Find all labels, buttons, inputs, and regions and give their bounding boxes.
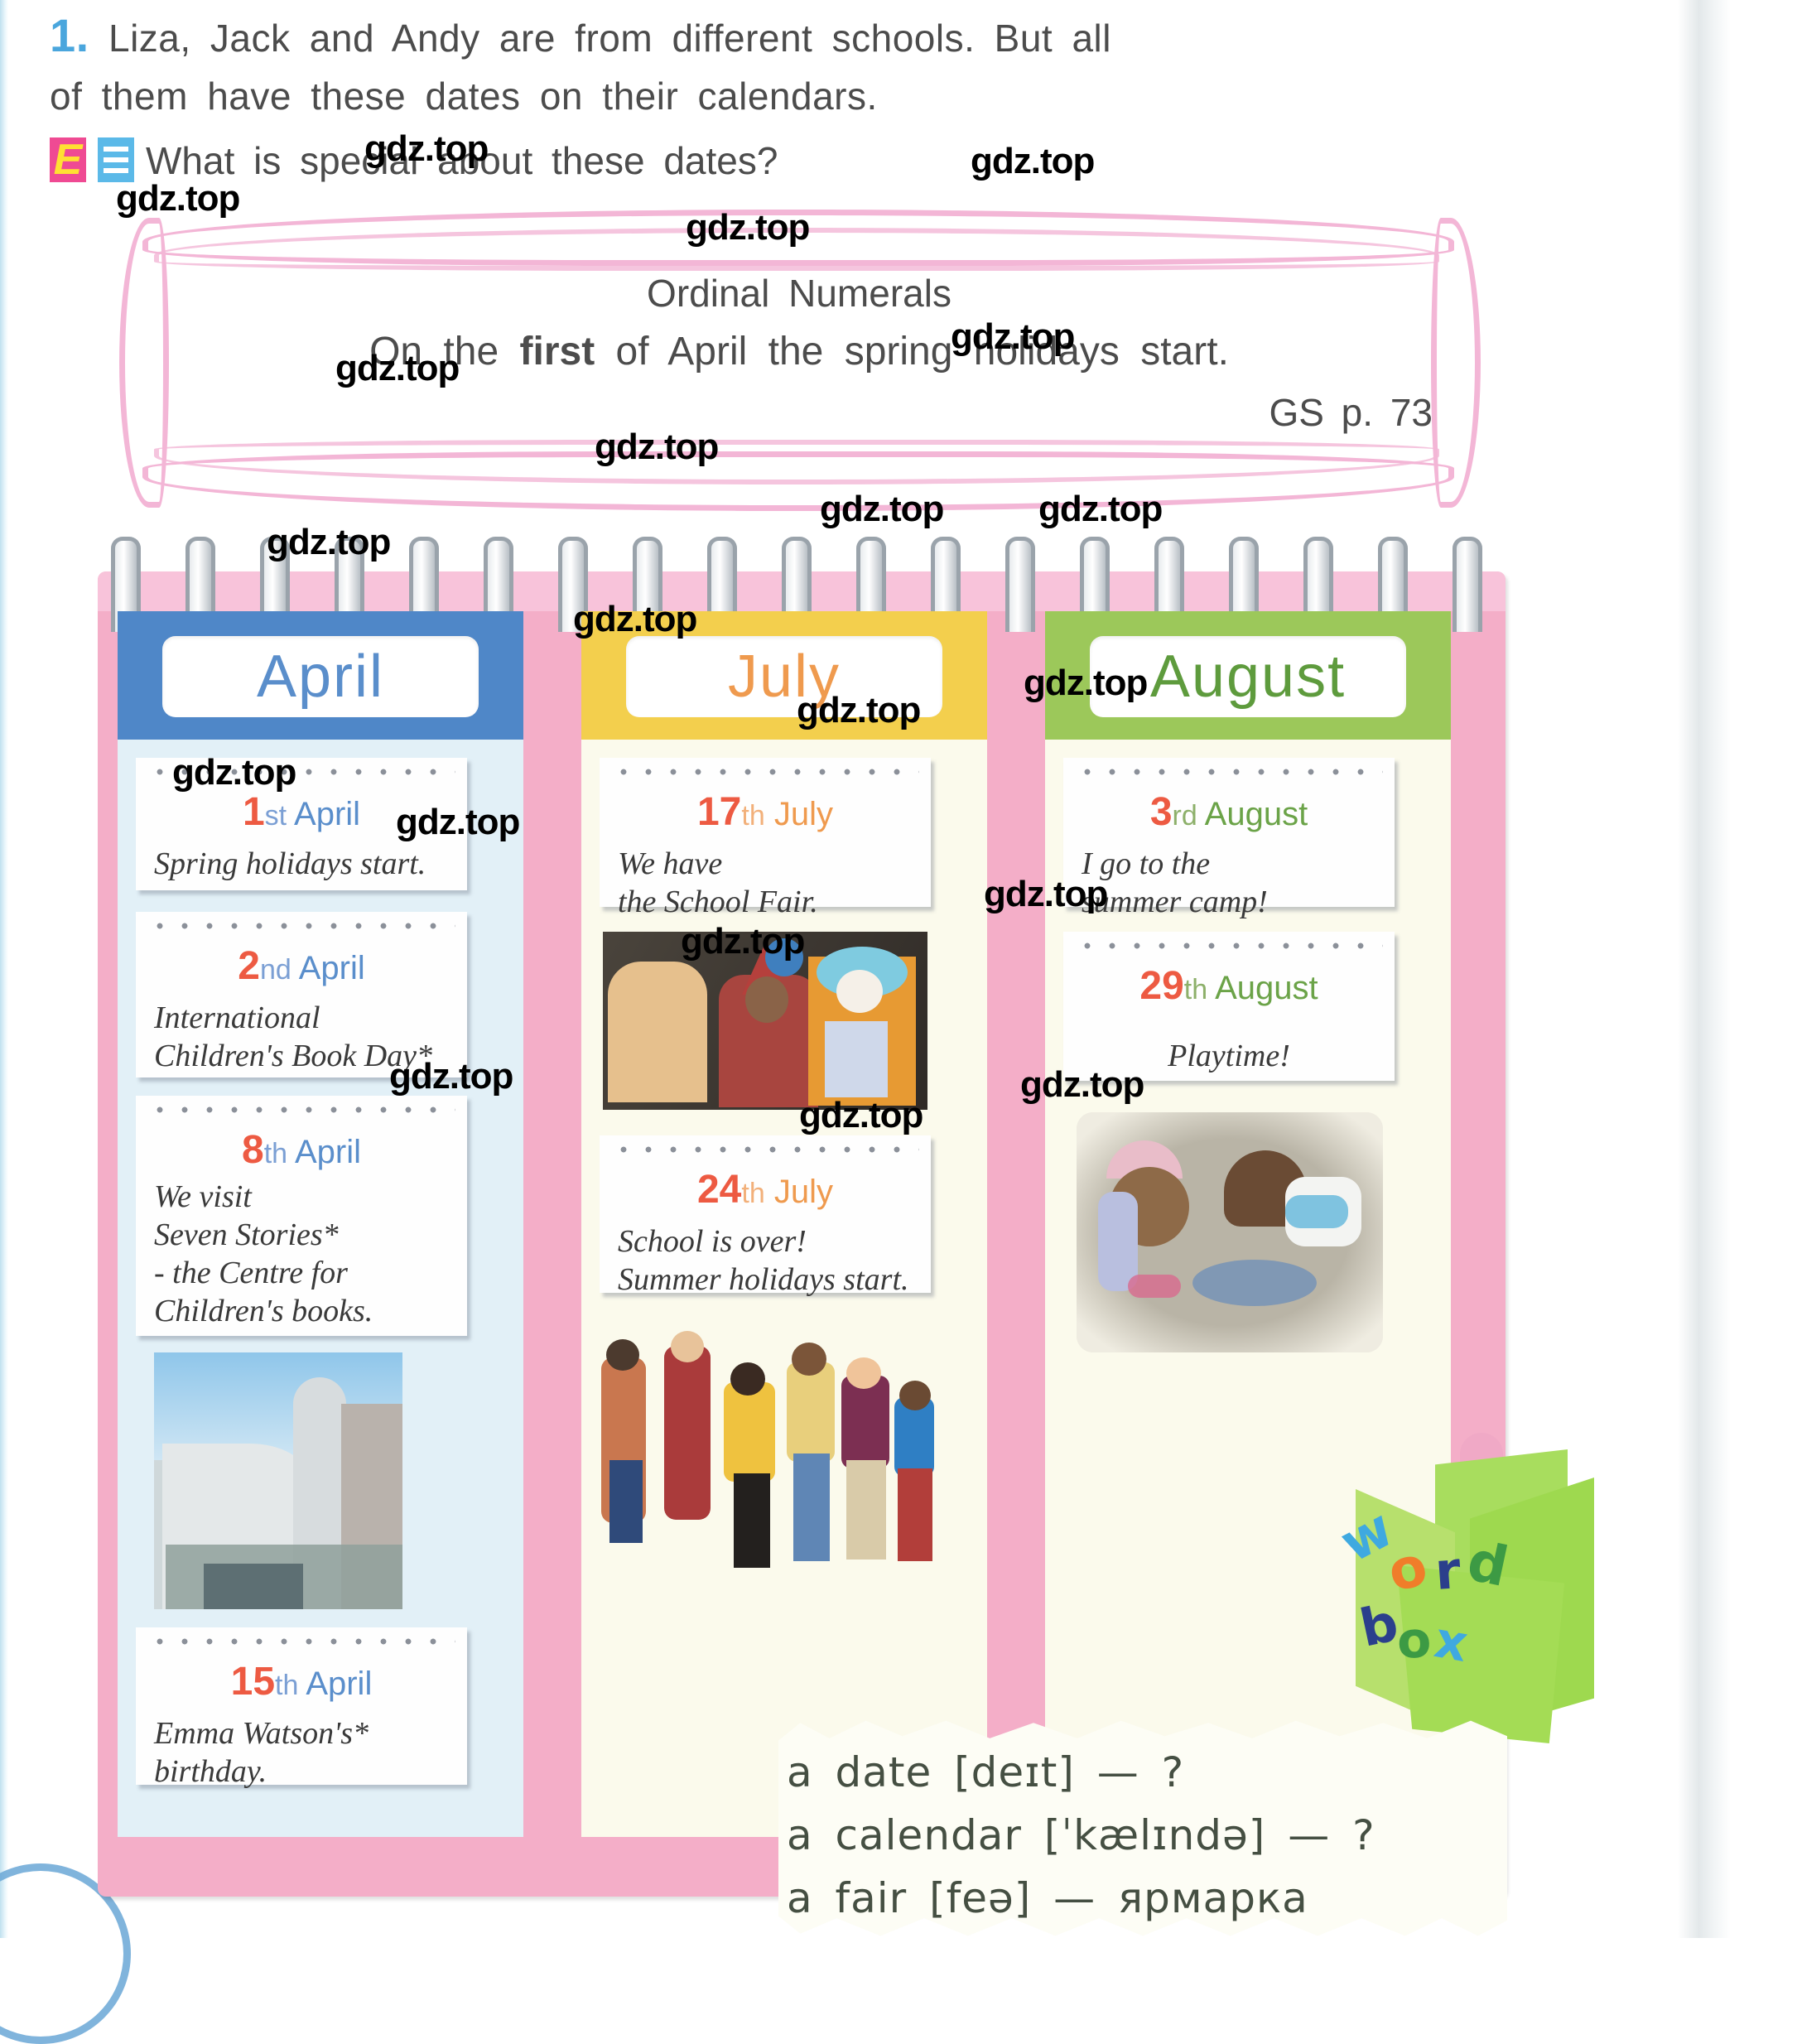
watermark: gdz.top [984, 874, 1108, 914]
perforation-dots [611, 1145, 919, 1154]
note-july-2: 24th July School is over! Summer holiday… [600, 1135, 931, 1297]
word-box-letter-o2: o [1395, 1611, 1433, 1670]
watermark: gdz.top [686, 207, 810, 248]
perforation-dots [1075, 768, 1383, 776]
watermark: gdz.top [396, 802, 520, 842]
month-name-plate-april: April [162, 636, 479, 717]
calendar-column-body-july: 17th July We have the School Fair. 24th … [581, 740, 987, 1837]
grammar-reference: GS p. 73 [1269, 391, 1433, 434]
note-desc-april-4: Emma Watson's* birthday. [154, 1716, 369, 1789]
exercise-e-icon: E [50, 137, 86, 182]
watermark: gdz.top [681, 921, 805, 962]
spiral-ring [1005, 537, 1035, 632]
writing-lines-icon [98, 137, 134, 182]
seven-stories-building-photo [154, 1352, 402, 1609]
watermark: gdz.top [116, 178, 240, 219]
exercise-intro: 1. Liza, Jack and Andy are from differen… [50, 7, 1457, 125]
vocabulary-entry-fair: a fair [feə] — ярмарка [787, 1874, 1308, 1922]
intro-line-2: of them have these dates on their calend… [50, 75, 878, 118]
watermark: gdz.top [799, 1095, 923, 1135]
watermark: gdz.top [1038, 489, 1163, 529]
note-august-2: 29th August Playtime! [1063, 932, 1395, 1081]
note-desc-july-2: School is over! Summer holidays start. [618, 1224, 909, 1297]
page-left-edge [0, 0, 8, 1938]
exercise-number: 1. [50, 9, 89, 61]
jumping-children-photo [593, 1311, 941, 1584]
perforation-dots [147, 922, 455, 930]
vocabulary-entry-date: a date [deɪt] — ? [787, 1748, 1185, 1796]
note-july-1: 17th July We have the School Fair. [600, 758, 931, 919]
watermark: gdz.top [595, 427, 719, 467]
spiral-ring [1453, 537, 1482, 632]
vocabulary-entry-calendar: a calendar [ˈkælɪndə] — ? [787, 1811, 1375, 1859]
watermark: gdz.top [267, 522, 391, 562]
grammar-title: Ordinal Numerals [647, 272, 951, 315]
note-desc-august-1: I go to the summer camp! [1082, 846, 1268, 919]
watermark: gdz.top [172, 752, 296, 793]
note-desc-april-1: Spring holidays start. [154, 846, 426, 881]
month-label-april: April [256, 644, 385, 710]
perforation-dots [147, 1637, 455, 1646]
note-date-july-2: 24th July [696, 1168, 833, 1212]
note-date-august-1: 3rd August [1149, 790, 1308, 834]
perforation-dots [1075, 942, 1383, 950]
watermark: gdz.top [1024, 663, 1148, 703]
word-box-logo: w o r d b o x [1331, 1433, 1636, 1756]
note-date-july-1: 17th July [696, 790, 833, 834]
calendar-column-april: April 1st April Spring holidays start. 2… [118, 611, 523, 1837]
note-august-1: 3rd August I go to the summer camp! [1063, 758, 1395, 919]
watermark: gdz.top [1020, 1064, 1144, 1105]
note-date-april-4: 15th April [230, 1660, 373, 1704]
intro-line-1: Liza, Jack and Andy are from different s… [108, 17, 1111, 60]
grammar-sentence-bold: first [519, 330, 595, 374]
note-date-april-2: 2nd April [238, 944, 365, 988]
grammar-sentence-after: of April the spring holidays start. [595, 330, 1229, 374]
calendar-column-july: July 17th July We have the School Fair. [581, 611, 987, 1837]
note-desc-april-3: We visit Seven Stories* - the Centre for… [154, 1179, 373, 1328]
vocabulary-paper: a date [deɪt] — ? a calendar [ˈkælɪndə] … [778, 1720, 1507, 1936]
watermark: gdz.top [573, 599, 697, 639]
perforation-dots [147, 1106, 455, 1114]
note-april-2: 2nd April International Children's Book … [136, 912, 467, 1077]
watermark: gdz.top [820, 489, 944, 529]
note-date-august-2: 29th August [1139, 964, 1318, 1008]
grammar-example-sentence: On the first of April the spring holiday… [124, 329, 1474, 374]
exercise-question-row: E What is special about these dates? [50, 134, 1457, 187]
perforation-dots [611, 768, 919, 776]
watermark: gdz.top [971, 141, 1095, 181]
word-box-letter-r: r [1433, 1540, 1463, 1602]
watermark: gdz.top [364, 128, 489, 169]
page-gutter-shadow [1678, 0, 1731, 1938]
note-desc-july-1: We have the School Fair. [618, 846, 818, 919]
watermark: gdz.top [389, 1056, 513, 1097]
calendar-board: April 1st April Spring holidays start. 2… [98, 537, 1506, 1897]
watermark: gdz.top [335, 348, 460, 388]
page-right-margin [1731, 0, 1797, 1938]
watermark: gdz.top [951, 316, 1075, 357]
month-header-april: April [118, 611, 523, 740]
note-april-3: 8th April We visit Seven Stories* - the … [136, 1096, 467, 1336]
girls-chalk-drawing-photo [1077, 1112, 1383, 1352]
calendar-column-body-april: 1st April Spring holidays start. 2nd Apr… [118, 740, 523, 1837]
note-april-4: 15th April Emma Watson's* birthday. [136, 1627, 467, 1789]
grammar-callout: Ordinal Numerals On the first of April t… [119, 203, 1481, 513]
note-date-april-3: 8th April [242, 1128, 361, 1172]
watermark: gdz.top [797, 690, 921, 730]
